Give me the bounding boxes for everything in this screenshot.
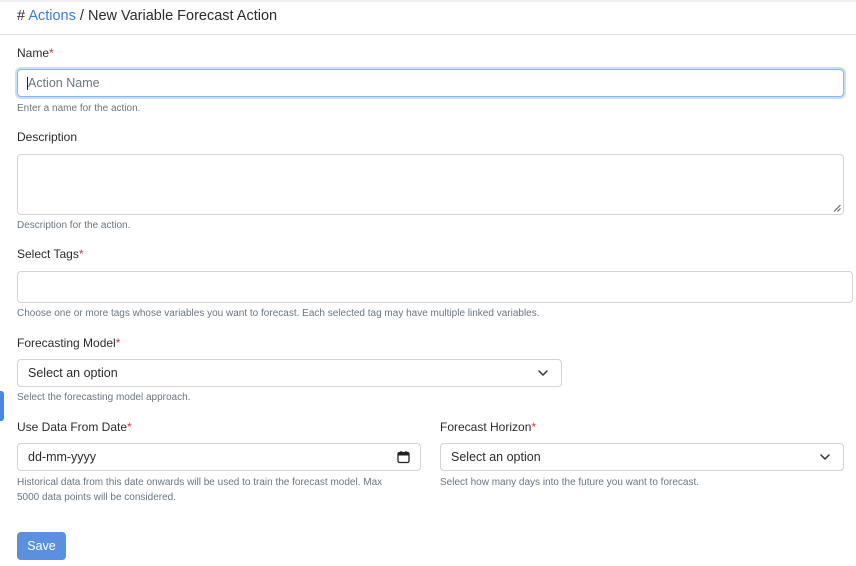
- use-data-from-date-input[interactable]: dd-mm-yyyy: [17, 443, 421, 471]
- resize-handle-icon[interactable]: [833, 204, 841, 212]
- forecast-horizon-selected: Select an option: [451, 450, 541, 464]
- use-data-from-date-label-text: Use Data From Date: [17, 420, 128, 434]
- tags-multiselect[interactable]: [17, 271, 853, 303]
- forecasting-model-help: Select the forecasting model approach.: [17, 392, 191, 403]
- description-label: Description: [17, 130, 77, 144]
- forecasting-model-label: Forecasting Model*: [17, 336, 120, 350]
- forecasting-model-label-text: Forecasting Model: [17, 336, 116, 350]
- name-required-mark: *: [49, 46, 54, 60]
- name-input[interactable]: Action Name: [17, 69, 844, 97]
- forecast-horizon-label-text: Forecast Horizon: [440, 420, 532, 434]
- chevron-down-icon: [538, 370, 548, 376]
- name-label-text: Name: [17, 46, 50, 60]
- use-data-from-date-required-mark: *: [127, 420, 132, 434]
- breadcrumb-hash: #: [17, 8, 26, 24]
- tags-label: Select Tags*: [17, 247, 84, 261]
- description-help: Description for the action.: [17, 220, 131, 231]
- name-input-placeholder: Action Name: [28, 76, 100, 90]
- date-help-line-2: 5000 data points will be considered.: [17, 492, 176, 503]
- name-label: Name*: [17, 46, 54, 60]
- header-divider: [0, 34, 856, 35]
- name-help: Enter a name for the action.: [17, 103, 141, 114]
- top-border: [0, 0, 856, 2]
- forecast-horizon-help: Select how many days into the future you…: [440, 477, 700, 488]
- use-data-from-date-help: Historical data from this date onwards w…: [17, 475, 427, 505]
- breadcrumb: # Actions / New Variable Forecast Action: [17, 8, 277, 24]
- date-placeholder: dd-mm-yyyy: [28, 450, 97, 464]
- save-button[interactable]: Save: [17, 532, 66, 560]
- forecasting-model-select[interactable]: Select an option: [17, 359, 562, 387]
- tags-required-mark: *: [78, 247, 84, 261]
- side-panel-tab[interactable]: [0, 391, 4, 421]
- forecast-horizon-label: Forecast Horizon*: [440, 420, 536, 434]
- page-title: New Variable Forecast Action: [87, 8, 278, 24]
- forecast-horizon-required-mark: *: [531, 420, 537, 434]
- forecasting-model-selected: Select an option: [28, 366, 118, 380]
- use-data-from-date-label: Use Data From Date*: [17, 420, 132, 434]
- forecast-horizon-select[interactable]: Select an option: [440, 443, 844, 471]
- description-textarea[interactable]: [17, 154, 844, 215]
- calendar-icon[interactable]: [397, 451, 410, 464]
- tags-help: Choose one or more tags whose variables …: [17, 308, 540, 319]
- breadcrumb-actions-link[interactable]: Actions: [28, 8, 76, 24]
- breadcrumb-separator: /: [79, 8, 84, 24]
- chevron-down-icon: [820, 454, 830, 460]
- tags-label-text: Select Tags: [17, 247, 79, 261]
- description-label-text: Description: [17, 130, 78, 144]
- forecasting-model-required-mark: *: [115, 336, 121, 350]
- date-help-line-1: Historical data from this date onwards w…: [17, 477, 383, 488]
